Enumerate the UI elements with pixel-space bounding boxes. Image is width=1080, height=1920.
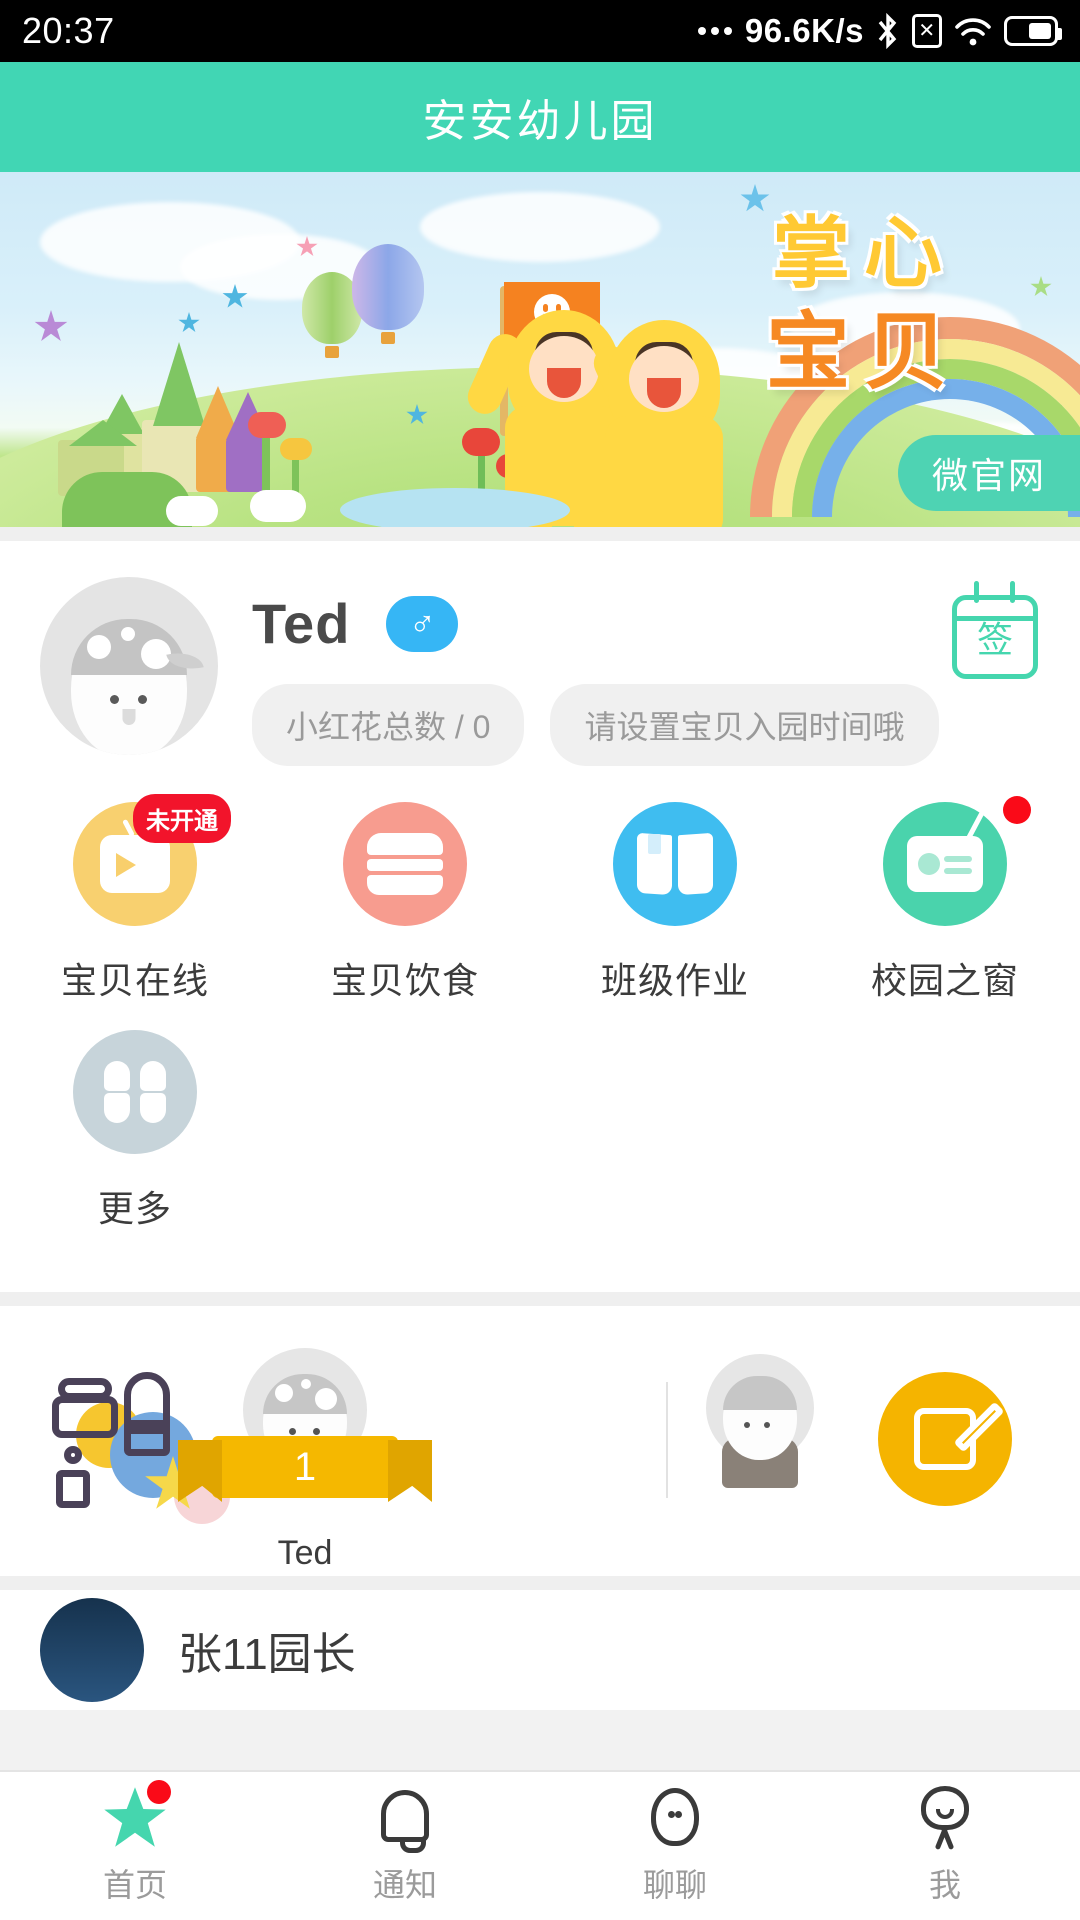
compose-icon [914,1401,1005,1470]
sim-x-icon: ✕ [912,14,942,48]
hero-banner[interactable]: 掌心 宝贝 微官网 [0,172,1080,527]
nav-item-chat[interactable]: 聊聊 [540,1772,810,1920]
child-name: Ted [252,592,351,655]
page-title: 安安幼儿园 [422,97,658,146]
bell-icon [373,1786,437,1853]
list-item[interactable]: 张11园长 [0,1590,1080,1710]
book-icon [613,802,737,926]
divider [666,1382,668,1498]
app-screen: 20:37 96.6K/s ✕ 安安幼儿园 掌心 宝贝 微官网 Ted ♂ 小红… [0,0,1080,1920]
nav-item-me[interactable]: 我 [810,1772,1080,1920]
grid-item-label: 宝贝饮食 [330,960,479,1001]
cloud-shape [420,192,660,262]
profile-card: Ted ♂ 小红花总数 / 0 请设置宝贝入园时间哦 签 未开通 宝贝在线 宝贝… [0,541,1080,1292]
gender-badge: ♂ [386,595,459,652]
grid-item-school-window[interactable]: 校园之窗 [810,796,1080,1004]
flower-shape [462,428,500,456]
rank-child-name: Ted [277,1534,333,1572]
section-gap [0,1292,1080,1306]
grid-item-label: 班级作业 [600,960,749,1001]
banner-title: 掌心 宝贝 [766,214,962,394]
rank-first-place[interactable]: 1 Ted [205,1348,405,1573]
rank-badge: 1 [212,1436,398,1498]
nav-label: 首页 [102,1867,167,1903]
grid-item-label: 更多 [97,1188,172,1229]
section-gap [0,527,1080,541]
battery-icon [1004,16,1062,46]
network-speed-label: 96.6K/s [744,12,864,49]
feature-grid: 未开通 宝贝在线 宝贝饮食 班级作业 校园之窗 更多 [0,774,1080,1292]
more-dots-icon [697,27,732,35]
compose-button[interactable] [878,1372,1012,1506]
nav-item-home[interactable]: 首页 [0,1772,270,1920]
avatar-placeholder [706,1354,814,1488]
grid-item-label: 校园之窗 [870,960,1019,1001]
star-shape [1030,276,1052,297]
sheep-shape [166,496,218,526]
tv-icon: 未开通 [73,794,231,926]
wifi-icon [953,15,993,47]
banner-title-line1: 掌心 [771,209,956,297]
grid-icon [73,1030,197,1154]
website-button[interactable]: 微官网 [897,435,1080,511]
flower-shape [248,412,286,438]
person-icon [913,1786,977,1851]
status-bar: 20:37 96.6K/s ✕ [0,0,1080,62]
app-header: 安安幼儿园 [0,62,1080,172]
balloon-icon [352,244,424,330]
rank-section: 1 Ted [0,1306,1080,1576]
star-icon [100,1780,171,1851]
radio-icon [883,796,1031,926]
burger-icon [343,802,467,926]
bottom-nav: 首页 通知 聊聊 我 [0,1770,1080,1920]
chat-face-icon [643,1786,707,1850]
nav-item-notifications[interactable]: 通知 [270,1772,540,1920]
sheep-shape [250,490,306,522]
notification-dot [1003,796,1031,824]
banner-title-line2: 宝贝 [765,305,962,399]
flower-shape [280,438,312,460]
not-activated-badge: 未开通 [133,794,231,843]
sign-in-button[interactable]: 签 [952,581,1038,679]
star-shape [34,310,68,341]
nav-label: 通知 [372,1867,437,1903]
section-gap [0,1576,1080,1590]
grid-item-class-homework[interactable]: 班级作业 [540,802,810,1004]
grid-item-label: 宝贝在线 [60,960,209,1001]
pond-shape [340,488,570,527]
star-shape [178,312,200,333]
avatar [40,1598,144,1702]
enroll-time-pill[interactable]: 请设置宝贝入园时间哦 [550,684,939,766]
castle-spire [69,420,137,446]
avatar[interactable] [40,577,218,755]
grid-item-baby-diet[interactable]: 宝贝饮食 [270,802,540,1004]
grid-item-baby-online[interactable]: 未开通 宝贝在线 [0,794,270,1004]
star-shape [740,184,770,212]
list-item-name: 张11园长 [178,1630,356,1679]
nav-label: 聊聊 [642,1867,707,1903]
grid-item-more[interactable]: 更多 [0,1030,270,1232]
nav-label: 我 [928,1867,961,1903]
sign-in-label: 签 [952,595,1038,679]
status-time: 20:37 [22,10,115,51]
avatar: 1 [212,1348,398,1498]
flower-count-pill[interactable]: 小红花总数 / 0 [252,684,525,766]
bluetooth-icon [875,12,901,50]
notification-dot [147,1780,171,1804]
